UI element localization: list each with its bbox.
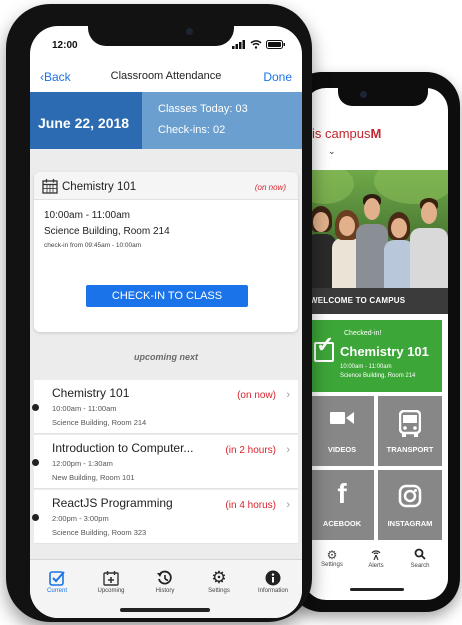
instagram-icon — [378, 484, 442, 508]
bullet-icon — [32, 404, 39, 411]
classes-today: Classes Today: 03 — [158, 103, 248, 115]
class-room: Science Building, Room 214 — [52, 418, 147, 427]
bullet-icon — [32, 459, 39, 466]
class-name: ReactJS Programming — [52, 496, 173, 510]
class-name: Introduction to Computer... — [52, 441, 194, 455]
current-class-time: 10:00am - 11:00am — [44, 210, 130, 221]
list-item[interactable]: Chemistry 101 10:00am - 11:00am Science … — [32, 380, 298, 434]
tab-history[interactable]: History — [138, 568, 192, 594]
back-phone-notch — [338, 84, 428, 106]
tile-transport-label: TRANSPORT — [386, 445, 434, 454]
tile-videos-label: VIDEOS — [327, 445, 357, 454]
class-time: 10:00am - 11:00am — [52, 404, 117, 413]
status-time: 12:00 — [52, 40, 78, 51]
class-when: (in 2 hours) — [225, 445, 276, 456]
checked-in-card[interactable]: ✓ Checked-in! Chemistry 101 10:00am - 11… — [310, 320, 442, 392]
checked-in-class: Chemistry 101 — [340, 344, 429, 359]
current-class-card: Chemistry 101 (on now) 10:00am - 11:00am… — [34, 172, 298, 332]
chevron-right-icon: › — [286, 499, 290, 511]
back-home-indicator — [350, 588, 404, 591]
class-room: New Building, Room 101 — [52, 473, 135, 482]
class-when: (on now) — [237, 390, 276, 401]
students-hero-image — [304, 170, 448, 288]
tile-transport[interactable]: TRANSPORT — [378, 396, 442, 466]
back-tab-alerts[interactable]: Alerts — [356, 548, 396, 569]
front-phone-frame: 12:00 ‹Back Classroom Attendance Done Ju… — [6, 4, 312, 622]
back-phone-screen: is campusM ⌄ WELCOME TO CAMPUS ✓ Checked… — [304, 88, 448, 600]
check-in-button[interactable]: CHECK-IN TO CLASS — [86, 285, 248, 307]
front-phone-screen: 12:00 ‹Back Classroom Attendance Done Ju… — [30, 26, 302, 618]
home-indicator — [120, 608, 210, 612]
calendar-plus-icon — [84, 568, 138, 588]
gear-icon: ⚙ — [211, 568, 227, 587]
status-badge: (on now) — [254, 183, 286, 192]
front-phone-notch — [88, 18, 234, 46]
tab-current[interactable]: Current — [30, 568, 84, 594]
list-item[interactable]: ReactJS Programming 2:00pm - 3:00pm Scie… — [32, 490, 298, 544]
history-icon — [138, 568, 192, 588]
summary-date: June 22, 2018 — [30, 92, 142, 149]
checkin-window: check-in from 09:45am - 10:00am — [44, 242, 142, 249]
tab-information[interactable]: Information — [246, 568, 300, 594]
tile-facebook[interactable]: f ACEBOOK — [310, 470, 374, 540]
back-tab-search[interactable]: Search — [400, 548, 440, 569]
wifi-icon — [250, 40, 262, 49]
facebook-icon: f — [337, 478, 347, 509]
calendar-icon — [42, 178, 58, 199]
checked-in-label: Checked-in! — [344, 330, 382, 337]
current-class-name: Chemistry 101 — [62, 181, 137, 193]
status-icons — [232, 40, 286, 49]
list-item[interactable]: Introduction to Computer... 12:00pm - 1:… — [32, 435, 298, 489]
chevron-right-icon: › — [286, 389, 290, 401]
info-icon — [246, 568, 300, 588]
app-mockup-stage: is campusM ⌄ WELCOME TO CAMPUS ✓ Checked… — [0, 0, 462, 625]
checked-in-room: Science Building, Room 214 — [340, 373, 416, 379]
tab-settings[interactable]: ⚙ Settings — [192, 568, 246, 594]
tile-instagram[interactable]: INSTAGRAM — [378, 470, 442, 540]
search-icon — [400, 548, 440, 563]
tile-instagram-label: INSTAGRAM — [387, 519, 433, 528]
checked-in-time: 10:00am - 11:00am — [340, 364, 392, 370]
battery-icon — [266, 40, 285, 49]
bullet-icon — [32, 514, 39, 521]
tab-upcoming[interactable]: Upcoming — [84, 568, 138, 594]
class-when: (in 4 horus) — [225, 500, 276, 511]
broadcast-icon — [356, 548, 396, 563]
signal-icon — [232, 40, 245, 49]
checkmark-icon: ✓ — [316, 332, 335, 357]
back-tab-bar: ⚙ Settings Alerts Search — [304, 544, 448, 584]
current-class-header: Chemistry 101 (on now) — [34, 172, 298, 200]
current-class-room: Science Building, Room 214 — [44, 226, 170, 237]
hero-caption: WELCOME TO CAMPUS — [304, 288, 448, 314]
tile-videos[interactable]: VIDEOS — [310, 396, 374, 466]
tile-facebook-label: ACEBOOK — [322, 519, 362, 528]
page-title: Classroom Attendance — [110, 70, 222, 82]
checkbox-icon — [30, 568, 84, 588]
nav-bar: ‹Back Classroom Attendance Done — [30, 62, 302, 90]
done-button[interactable]: Done — [263, 70, 292, 84]
video-camera-icon — [310, 410, 374, 426]
campus-logo: is campusM — [312, 126, 382, 141]
gear-icon: ⚙ — [326, 548, 338, 562]
class-name: Chemistry 101 — [52, 386, 130, 400]
class-time: 12:00pm - 1:30am — [52, 459, 113, 468]
bus-icon — [378, 410, 442, 438]
chevron-right-icon: › — [286, 444, 290, 456]
class-time: 2:00pm - 3:00pm — [52, 514, 109, 523]
attendance-summary: June 22, 2018 Classes Today: 03 Check-in… — [30, 92, 302, 149]
upcoming-heading: upcoming next — [133, 352, 198, 362]
class-room: Science Building, Room 323 — [52, 528, 147, 537]
checkins-count: Check-ins: 02 — [158, 124, 226, 136]
chevron-down-icon[interactable]: ⌄ — [328, 146, 336, 157]
back-tab-settings[interactable]: ⚙ Settings — [312, 548, 352, 568]
